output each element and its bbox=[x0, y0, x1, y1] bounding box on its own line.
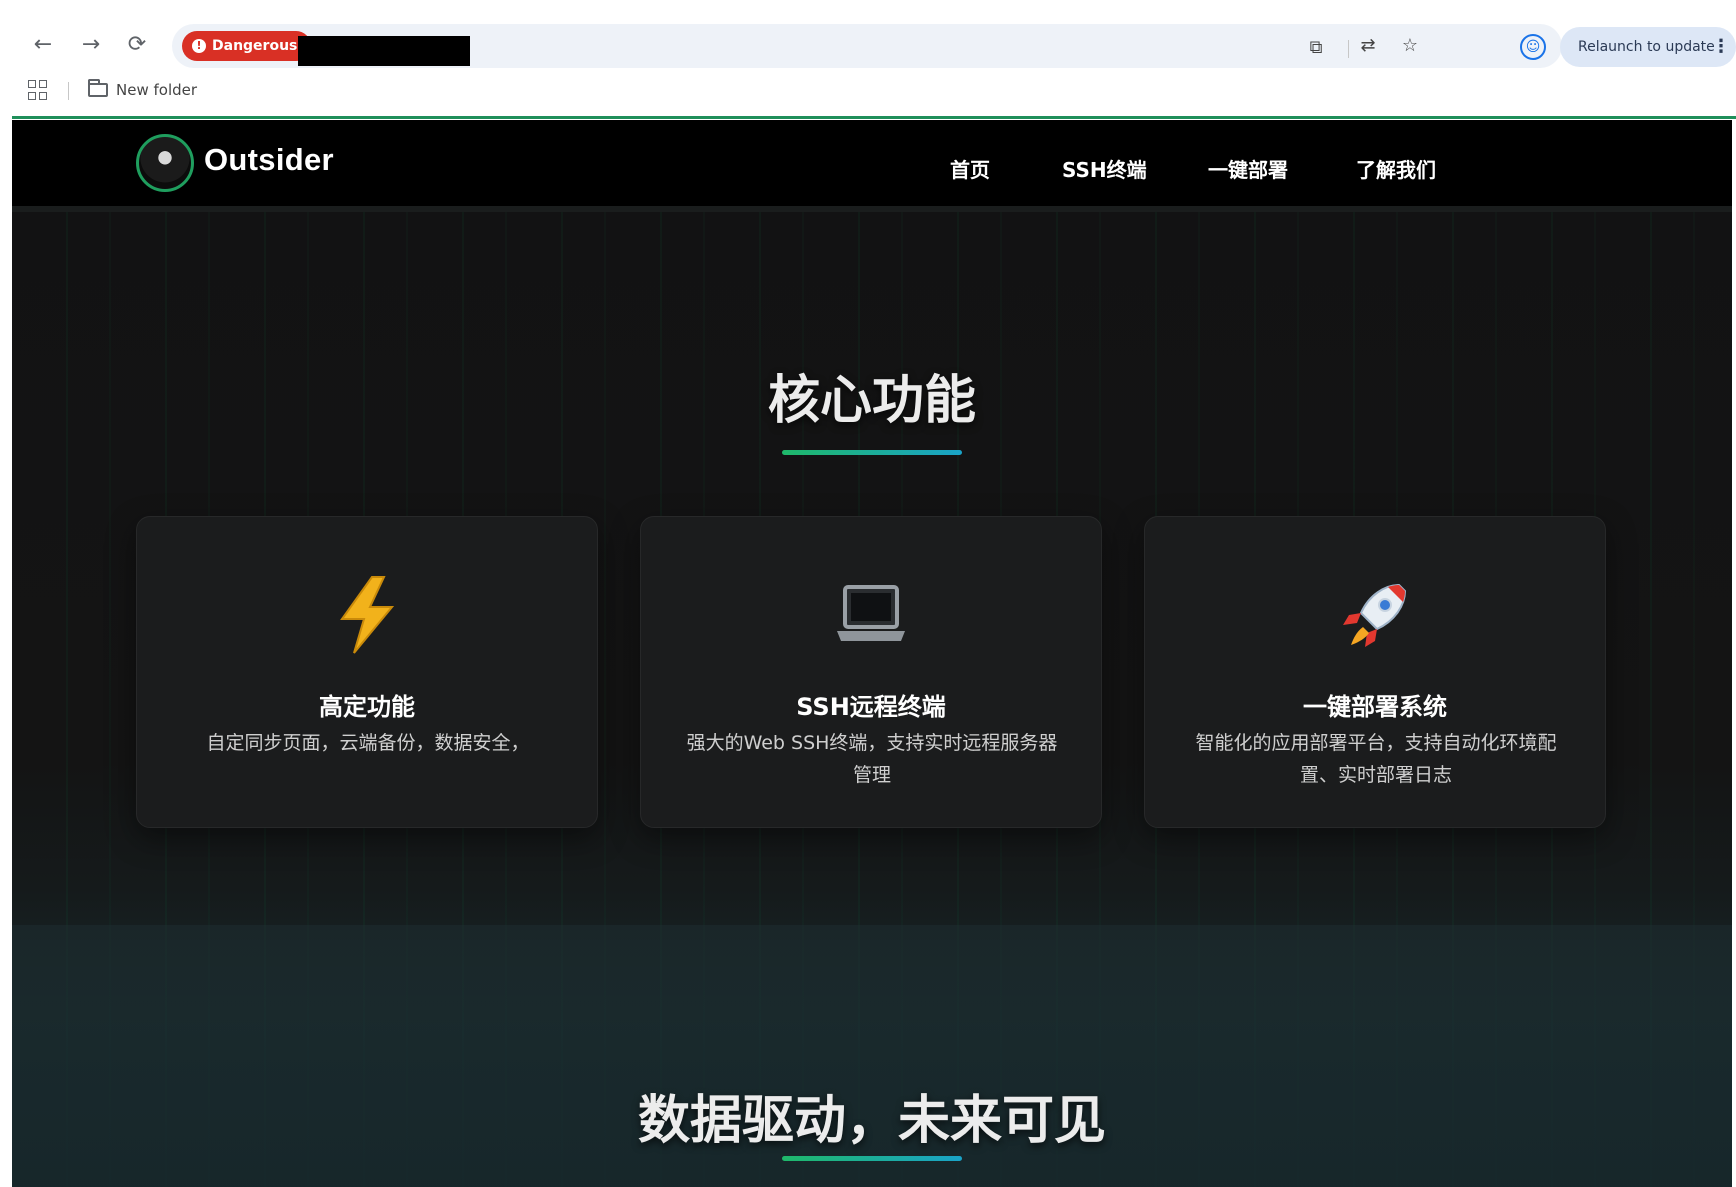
browser-chrome: ← → ⟳ ! Dangerous ⇄ ☆ ⧉ ☺ Relaunch to up… bbox=[12, 0, 1736, 120]
address-bar[interactable]: ! Dangerous ⇄ ☆ bbox=[172, 24, 1562, 68]
data-section-underline bbox=[782, 1156, 962, 1161]
browser-toolbar: ← → ⟳ ! Dangerous ⇄ ☆ ⧉ ☺ Relaunch to up… bbox=[12, 18, 1736, 72]
toolbar-divider bbox=[1348, 40, 1349, 58]
nav-about-us[interactable]: 了解我们 bbox=[1356, 154, 1436, 183]
rocket-icon bbox=[1145, 575, 1605, 655]
nav-home[interactable]: 首页 bbox=[950, 154, 990, 183]
data-section-title: 数据驱动，未来可见 bbox=[637, 1091, 1106, 1151]
feature-card-deploy[interactable]: 一键部署系统 智能化的应用部署平台，支持自动化环境配置、实时部署日志 bbox=[1144, 516, 1606, 828]
bookmark-folder[interactable]: New folder bbox=[88, 77, 197, 103]
nav-ssh-terminal[interactable]: SSH终端 bbox=[1062, 154, 1147, 183]
features-title: 核心功能 bbox=[767, 371, 976, 431]
bookmarks-divider bbox=[68, 82, 69, 100]
brand-logo[interactable] bbox=[136, 134, 194, 192]
relaunch-button[interactable]: Relaunch to update ⋮ bbox=[1560, 27, 1736, 67]
bookmark-folder-label: New folder bbox=[116, 81, 198, 99]
feature-card-custom[interactable]: 高定功能 自定同步页面，云端备份，数据安全， bbox=[136, 516, 598, 828]
reading-mode-icon[interactable]: ⧉ bbox=[1302, 34, 1330, 62]
back-button[interactable]: ← bbox=[26, 28, 60, 62]
bookmark-star-icon[interactable]: ☆ bbox=[1398, 34, 1422, 58]
brand-name[interactable]: Outsider bbox=[204, 142, 334, 178]
redacted-url bbox=[298, 36, 470, 66]
nav-one-click-deploy[interactable]: 一键部署 bbox=[1208, 154, 1288, 183]
feature-card-desc: 自定同步页面，云端备份，数据安全， bbox=[206, 732, 530, 754]
apps-grid-icon[interactable] bbox=[26, 78, 50, 102]
security-chip-label: Dangerous bbox=[212, 38, 298, 54]
laptop-icon bbox=[641, 575, 1101, 655]
lightning-icon bbox=[137, 575, 597, 655]
feature-card-title: SSH远程终端 bbox=[796, 693, 946, 721]
profile-icon[interactable]: ☺ bbox=[1520, 34, 1546, 60]
translate-icon[interactable]: ⇄ bbox=[1356, 34, 1380, 58]
warning-icon: ! bbox=[192, 39, 206, 53]
menu-kebab-icon[interactable]: ⋮ bbox=[1712, 27, 1730, 67]
folder-icon bbox=[88, 79, 108, 97]
forward-button[interactable]: → bbox=[74, 28, 108, 62]
feature-card-ssh[interactable]: SSH远程终端 强大的Web SSH终端，支持实时远程服务器管理 bbox=[640, 516, 1102, 828]
feature-card-desc: 智能化的应用部署平台，支持自动化环境配置、实时部署日志 bbox=[1195, 732, 1557, 786]
security-chip[interactable]: ! Dangerous bbox=[182, 31, 312, 61]
feature-card-title: 高定功能 bbox=[319, 693, 415, 721]
relaunch-label: Relaunch to update bbox=[1578, 39, 1715, 55]
bookmarks-bar: New folder bbox=[12, 72, 1736, 108]
feature-card-desc: 强大的Web SSH终端，支持实时远程服务器管理 bbox=[686, 732, 1058, 786]
features-title-underline bbox=[782, 450, 962, 455]
feature-card-title: 一键部署系统 bbox=[1303, 693, 1447, 721]
site-header: Outsider 首页 SSH终端 一键部署 了解我们 bbox=[12, 120, 1732, 212]
page-load-line bbox=[12, 116, 1736, 119]
reload-button[interactable]: ⟳ bbox=[120, 28, 154, 62]
web-page: Outsider 首页 SSH终端 一键部署 了解我们 核心功能 高定功能 自定… bbox=[12, 120, 1732, 1187]
